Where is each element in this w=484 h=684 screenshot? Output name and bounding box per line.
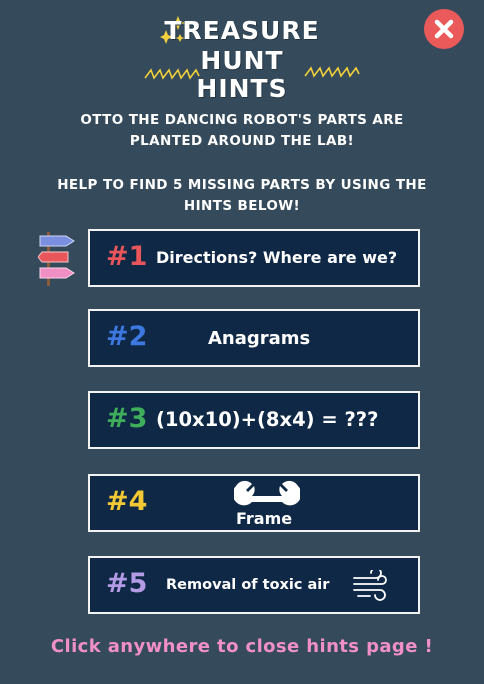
- intro-line-4: HINTS BELOW!: [183, 198, 301, 214]
- title-line-3: HINTS: [196, 74, 288, 103]
- hint-card-1[interactable]: #1 Directions? Where are we?: [88, 229, 420, 287]
- hint-card-5[interactable]: #5 Removal of toxic air: [88, 556, 420, 614]
- left-squiggle-icon: [144, 68, 200, 80]
- hint-number-4: #4: [106, 486, 148, 517]
- intro-line-3: HELP TO FIND 5 MISSING PARTS BY USING TH…: [57, 177, 427, 193]
- title-line-2: HUNT: [200, 46, 284, 75]
- close-hints-link[interactable]: Click anywhere to close hints page !: [0, 636, 484, 657]
- hint-text-5: Removal of toxic air: [166, 577, 330, 593]
- intro-paragraph-1: OTTO THE DANCING ROBOT'S PARTS ARE PLANT…: [0, 110, 484, 152]
- intro-paragraph-2: HELP TO FIND 5 MISSING PARTS BY USING TH…: [0, 175, 484, 217]
- hint-number-2: #2: [106, 321, 148, 352]
- close-icon: [434, 19, 454, 39]
- intro-line-1: OTTO THE DANCING ROBOT'S PARTS ARE: [80, 112, 404, 128]
- title-line-1: TREASURE: [164, 16, 320, 45]
- intro-line-2: PLANTED AROUND THE LAB!: [129, 133, 355, 149]
- close-button[interactable]: [424, 9, 464, 49]
- direction-arrows-icon: [38, 232, 75, 286]
- hint-text-3: (10x10)+(8x4) = ???: [156, 408, 379, 431]
- hint-number-5: #5: [106, 568, 148, 599]
- wind-icon: [353, 570, 387, 601]
- wrench-icon: [234, 480, 300, 506]
- hint-text-4: Frame: [236, 509, 293, 528]
- hint-number-1: #1: [106, 241, 148, 272]
- right-squiggle-icon: [304, 66, 360, 78]
- title: TREASURE HUNT HINTS: [0, 12, 484, 108]
- hint-card-3[interactable]: #3 (10x10)+(8x4) = ???: [88, 391, 420, 449]
- hint-text-1: Directions? Where are we?: [156, 248, 398, 267]
- hint-number-3: #3: [106, 403, 148, 434]
- hint-text-2: Anagrams: [208, 328, 311, 349]
- hint-card-2[interactable]: #2 Anagrams: [88, 309, 420, 367]
- hint-card-4[interactable]: #4 Frame: [88, 474, 420, 532]
